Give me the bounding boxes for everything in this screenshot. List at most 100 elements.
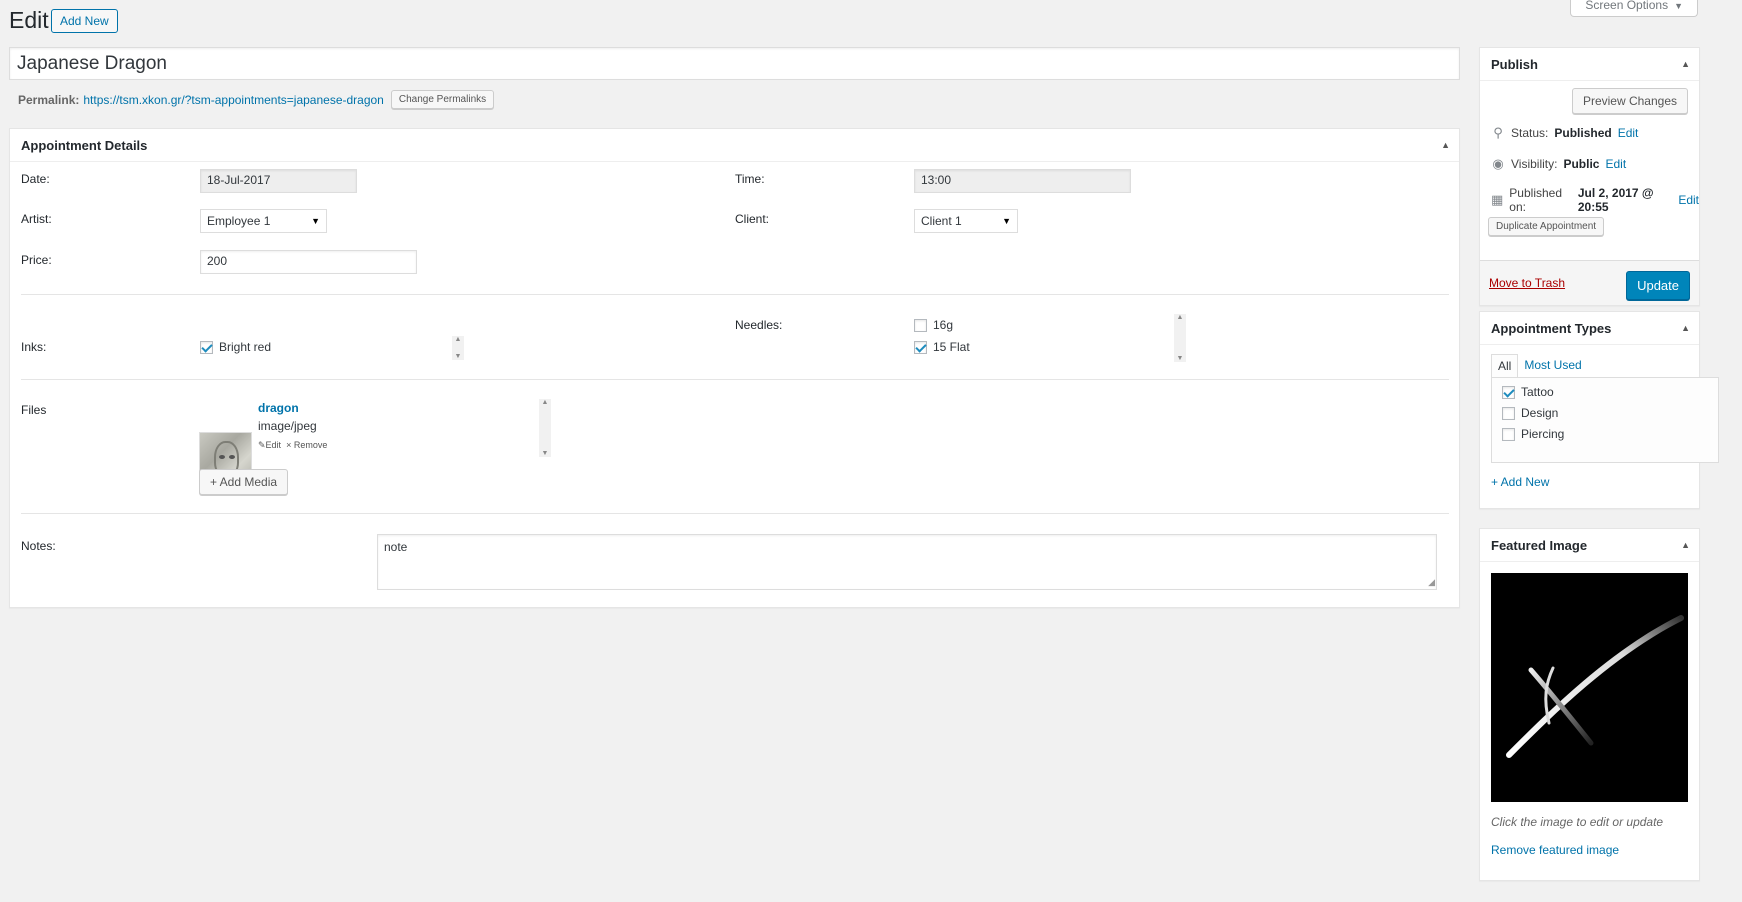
add-new-type-link[interactable]: + Add New xyxy=(1491,475,1549,489)
file-type: image/jpeg xyxy=(258,419,317,433)
artist-label: Artist: xyxy=(21,212,52,226)
divider xyxy=(21,379,1449,380)
checkbox[interactable] xyxy=(914,340,927,354)
needle-option-label: 15 Flat xyxy=(933,340,970,354)
divider xyxy=(21,294,1449,295)
divider xyxy=(21,513,1449,514)
visibility-value: Public xyxy=(1563,157,1600,171)
price-label: Price: xyxy=(21,253,52,267)
visibility-label: Visibility: xyxy=(1511,157,1558,171)
pencil-icon: ✎ xyxy=(258,440,266,450)
status-edit-link[interactable]: Edit xyxy=(1618,126,1639,140)
needles-scrollbar[interactable]: ▲ ▼ xyxy=(1174,314,1186,362)
needle-option-label: 16g xyxy=(933,318,954,332)
update-button[interactable]: Update xyxy=(1626,271,1690,300)
checkbox[interactable] xyxy=(914,318,927,332)
featured-image-box: Featured Image ▲ Click the image to edit… xyxy=(1479,528,1700,881)
date-label: Date: xyxy=(21,172,50,186)
publish-header[interactable]: Publish ▲ xyxy=(1480,48,1699,81)
visibility-row: ◉ Visibility: Public Edit xyxy=(1491,156,1626,172)
permalink-label: Permalink: xyxy=(18,92,80,107)
featured-image-caption: Click the image to edit or update xyxy=(1491,815,1664,829)
triangle-up-icon[interactable]: ▲ xyxy=(1681,323,1690,333)
files-scrollbar[interactable]: ▲ ▼ xyxy=(539,399,551,457)
publish-actions: Move to Trash Update xyxy=(1480,260,1699,305)
triangle-up-icon[interactable]: ▲ xyxy=(1681,540,1690,550)
title-input[interactable]: Japanese Dragon xyxy=(9,47,1460,80)
appointment-types-tabs: All Most Used xyxy=(1491,354,1588,378)
files-label: Files xyxy=(21,403,47,417)
triangle-up-icon[interactable]: ▲ xyxy=(1441,140,1450,150)
type-option-tattoo[interactable]: Tattoo xyxy=(1502,385,1708,399)
featured-image[interactable] xyxy=(1491,573,1688,802)
needle-option-16g[interactable]: 16g xyxy=(914,318,953,332)
time-input[interactable]: 13:00 xyxy=(914,169,1131,193)
caret-down-icon: ▼ xyxy=(311,216,320,226)
add-media-button[interactable]: + Add Media xyxy=(199,469,289,495)
notes-label: Notes: xyxy=(21,539,56,553)
pin-icon: ⚲ xyxy=(1493,125,1503,140)
featured-image-title: Featured Image xyxy=(1491,538,1588,553)
notes-textarea[interactable]: note ◢ xyxy=(377,534,1437,590)
duplicate-appointment-button[interactable]: Duplicate Appointment xyxy=(1488,217,1605,236)
ink-option-label: Bright red xyxy=(219,340,272,354)
published-value: Jul 2, 2017 @ 20:55 xyxy=(1577,186,1654,214)
visibility-edit-link[interactable]: Edit xyxy=(1605,157,1626,171)
date-input[interactable]: 18-Jul-2017 xyxy=(200,169,357,193)
appointment-types-header[interactable]: Appointment Types ▲ xyxy=(1480,312,1699,345)
change-permalinks-button[interactable]: Change Permalinks xyxy=(390,90,495,109)
status-row: ⚲ Status: Published Edit xyxy=(1491,125,1638,141)
appointment-details-box: Appointment Details ▲ Date: 18-Jul-2017 … xyxy=(9,128,1460,608)
status-value: Published xyxy=(1554,126,1612,140)
notes-text: note xyxy=(384,540,408,554)
publish-title: Publish xyxy=(1491,57,1538,72)
type-option-piercing[interactable]: Piercing xyxy=(1502,427,1708,441)
add-new-button[interactable]: Add New xyxy=(51,9,118,33)
published-edit-link[interactable]: Edit xyxy=(1678,193,1699,207)
published-label: Published on: xyxy=(1509,186,1563,214)
file-remove-label: Remove xyxy=(293,440,328,450)
file-actions: ✎Edit × Remove xyxy=(258,440,327,451)
resize-handle-icon[interactable]: ◢ xyxy=(1428,577,1435,588)
published-on-row: ▦ Published on: Jul 2, 2017 @ 20:55 Edit xyxy=(1491,186,1699,214)
type-option-design[interactable]: Design xyxy=(1502,406,1708,420)
tab-most-used[interactable]: Most Used xyxy=(1518,354,1587,378)
appointment-types-title: Appointment Types xyxy=(1491,321,1612,336)
checkbox[interactable] xyxy=(1502,427,1515,441)
triangle-up-icon[interactable]: ▲ xyxy=(1681,59,1690,69)
eye-icon: ◉ xyxy=(1492,156,1504,171)
checkbox[interactable] xyxy=(1502,406,1515,420)
permalink-link[interactable]: https://tsm.xkon.gr/?tsm-appointments=ja… xyxy=(83,93,384,107)
client-select-value: Client 1 xyxy=(921,214,962,228)
tab-all[interactable]: All xyxy=(1491,354,1519,378)
permalink: Permalink: https://tsm.xkon.gr/?tsm-appo… xyxy=(18,90,495,109)
type-option-label: Design xyxy=(1521,406,1559,420)
inks-scrollbar[interactable]: ▲ ▼ xyxy=(452,336,464,360)
publish-box: Publish ▲ Preview Changes ⚲ Status: Publ… xyxy=(1479,47,1700,306)
checkbox[interactable] xyxy=(200,340,213,354)
screen-options-label: Screen Options xyxy=(1585,0,1669,12)
screen-options-button[interactable]: Screen Options ▼ xyxy=(1570,0,1698,17)
needle-option-15-flat[interactable]: 15 Flat xyxy=(914,340,970,354)
caret-down-icon: ▼ xyxy=(1002,216,1011,226)
checkbox[interactable] xyxy=(1502,385,1515,399)
client-select[interactable]: Client 1 ▼ xyxy=(914,209,1018,233)
calendar-icon: ▦ xyxy=(1491,192,1504,207)
client-label: Client: xyxy=(735,212,770,226)
artist-select[interactable]: Employee 1 ▼ xyxy=(200,209,327,233)
featured-image-graphic xyxy=(1506,615,1684,758)
preview-changes-button[interactable]: Preview Changes xyxy=(1571,88,1688,114)
artist-select-value: Employee 1 xyxy=(207,214,271,228)
appointment-details-header[interactable]: Appointment Details ▲ xyxy=(10,129,1459,162)
appointment-types-list: Tattoo Design Piercing xyxy=(1491,377,1719,463)
file-remove-link[interactable]: × Remove xyxy=(286,440,327,451)
needles-label: Needles: xyxy=(735,318,783,332)
ink-option-bright-red[interactable]: Bright red xyxy=(200,340,271,354)
caret-down-icon: ▼ xyxy=(1674,1,1683,11)
remove-featured-image-link[interactable]: Remove featured image xyxy=(1491,843,1619,857)
file-name-link[interactable]: dragon xyxy=(258,401,299,415)
file-edit-link[interactable]: ✎Edit xyxy=(258,440,281,451)
featured-image-header[interactable]: Featured Image ▲ xyxy=(1480,529,1699,562)
price-input[interactable]: 200 xyxy=(200,250,417,274)
move-to-trash-link[interactable]: Move to Trash xyxy=(1489,276,1565,290)
